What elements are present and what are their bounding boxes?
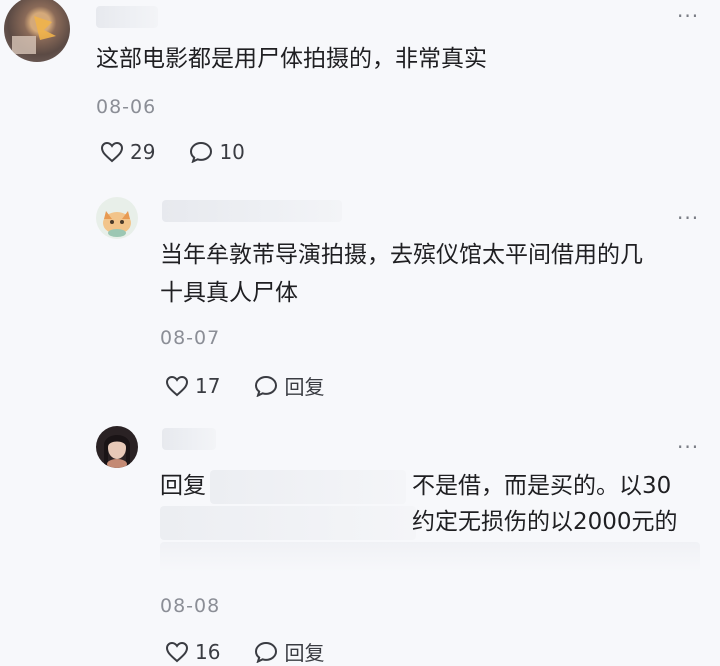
- username-blurred[interactable]: [162, 428, 216, 450]
- reply-button[interactable]: 回复: [254, 637, 324, 666]
- comment-date: 08-08: [160, 595, 221, 617]
- blurred-content: [160, 506, 416, 540]
- like-count: 16: [195, 639, 221, 664]
- comment-actions: 16 回复: [165, 637, 358, 666]
- avatar-image: [104, 435, 130, 468]
- reply-label: 回复: [284, 641, 325, 665]
- avatar[interactable]: [96, 426, 138, 468]
- comment-text: 约定无损伤的以2000元的: [412, 509, 678, 535]
- comment-text: 不是借，而是买的。以30: [412, 473, 672, 499]
- heart-outline-icon: [165, 641, 189, 662]
- reply-item: ··· 回复 不是借，而是买的。以30 约定无损伤的以2000元的 08-08 …: [0, 0, 720, 665]
- blurred-content: [160, 542, 700, 572]
- more-button[interactable]: ···: [677, 437, 699, 457]
- speech-bubble-icon: [255, 641, 278, 663]
- blurred-content: [210, 470, 406, 504]
- reply-prefix[interactable]: 回复: [160, 467, 206, 505]
- like-button[interactable]: 16: [165, 640, 220, 664]
